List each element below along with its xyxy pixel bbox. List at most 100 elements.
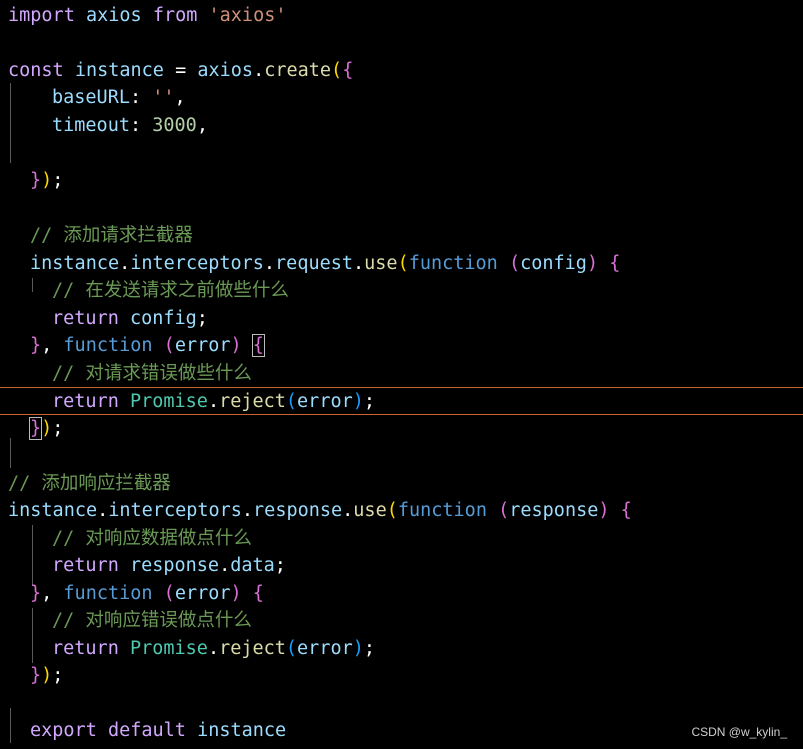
token: . [207, 638, 220, 659]
code-line[interactable]: }, function (error) { [0, 580, 803, 608]
comment: // 对请求错误做些什么 [52, 363, 252, 384]
token: . [207, 391, 220, 412]
token: ( [163, 583, 175, 604]
token: : [129, 87, 142, 108]
token: . [97, 500, 109, 521]
token: { [342, 60, 354, 81]
token: ) [230, 335, 242, 356]
token: 3000 [152, 115, 197, 136]
code-line[interactable]: }); [0, 167, 803, 195]
token: default [107, 720, 186, 741]
token: { [609, 253, 621, 274]
token: . [342, 500, 354, 521]
code-line[interactable]: // 对响应数据做点什么 [0, 525, 803, 553]
token: . [253, 60, 265, 81]
token: ) [586, 253, 599, 274]
token: baseURL [52, 87, 130, 108]
comment: // 添加响应拦截器 [8, 473, 171, 494]
token: const [8, 60, 64, 81]
token: use [364, 253, 398, 274]
code-line[interactable]: // 在发送请求之前做些什么 [0, 277, 803, 305]
token: create [264, 60, 332, 81]
token: ; [363, 391, 376, 412]
code-line[interactable]: import axios from 'axios' [0, 2, 803, 30]
token: ) [598, 500, 610, 521]
token: ( [498, 500, 510, 521]
token: timeout [52, 115, 130, 136]
token: } [30, 170, 42, 191]
token: ) [41, 665, 53, 686]
token: . [263, 253, 276, 274]
code-line[interactable]: return response.data; [0, 552, 803, 580]
code-line[interactable]: export default instance [0, 717, 803, 745]
token: ) [230, 583, 242, 604]
token: request [275, 253, 354, 274]
token: ( [163, 335, 175, 356]
code-line[interactable]: return Promise.reject(error); [0, 635, 803, 663]
token: ) [41, 170, 53, 191]
token: { [620, 500, 632, 521]
token: , [174, 87, 186, 108]
token: reject [219, 638, 286, 659]
token: ( [285, 638, 298, 659]
token: function [63, 335, 153, 356]
token: from [152, 5, 198, 26]
token: ( [285, 391, 298, 412]
token: return [52, 391, 119, 412]
code-line[interactable]: // 添加响应拦截器 [0, 470, 803, 498]
token: config [520, 253, 587, 274]
token: Promise [129, 391, 208, 412]
code-editor[interactable]: import axios from 'axios' const instance… [0, 0, 803, 749]
token: , [196, 115, 208, 136]
token: } [28, 417, 43, 440]
token: , [41, 583, 53, 604]
token: use [353, 500, 387, 521]
token: config [129, 308, 197, 329]
code-line[interactable]: baseURL: '', [0, 84, 803, 112]
token: response [253, 500, 343, 521]
code-line[interactable]: }); [0, 415, 803, 443]
code-line[interactable]: const instance = axios.create({ [0, 57, 803, 85]
token: ( [331, 60, 343, 81]
comment: // 对响应错误做点什么 [52, 610, 252, 631]
token: . [353, 253, 365, 274]
comment: // 添加请求拦截器 [30, 225, 193, 246]
code-line[interactable]: }); [0, 662, 803, 690]
code-line[interactable]: return config; [0, 305, 803, 333]
code-line[interactable]: // 添加请求拦截器 [0, 222, 803, 250]
token: return [52, 555, 119, 576]
token: ( [508, 253, 521, 274]
token: : [129, 115, 142, 136]
watermark: CSDN @w_kylin_ [691, 725, 787, 739]
token: instance [74, 60, 164, 81]
token: } [30, 583, 42, 604]
token: interceptors [108, 500, 242, 521]
code-line[interactable]: instance.interceptors.response.use(funct… [0, 497, 803, 525]
code-line[interactable]: // 对请求错误做些什么 [0, 360, 803, 388]
token: 'axios' [208, 5, 287, 26]
token: import [8, 5, 75, 26]
token: Promise [129, 638, 208, 659]
token: ) [352, 391, 364, 412]
code-line[interactable]: }, function (error) { [0, 332, 803, 360]
code-line[interactable]: instance.interceptors.request.use(functi… [0, 250, 803, 278]
token: ( [386, 500, 398, 521]
token: ; [196, 308, 208, 329]
token: error [174, 583, 231, 604]
token: data [230, 555, 275, 576]
token: ( [397, 253, 409, 274]
token: axios [197, 60, 254, 81]
token: response [509, 500, 599, 521]
token: { [251, 334, 265, 357]
token: instance [197, 720, 287, 741]
code-line[interactable]: // 对响应错误做点什么 [0, 607, 803, 635]
token: '' [152, 87, 175, 108]
token: } [30, 665, 42, 686]
token: ; [52, 170, 64, 191]
token: reject [219, 391, 286, 412]
code-line-current[interactable]: return Promise.reject(error); [0, 387, 803, 415]
code-line[interactable]: timeout: 3000, [0, 112, 803, 140]
token: ; [363, 638, 376, 659]
token: ; [274, 555, 286, 576]
token: ; [52, 418, 64, 439]
